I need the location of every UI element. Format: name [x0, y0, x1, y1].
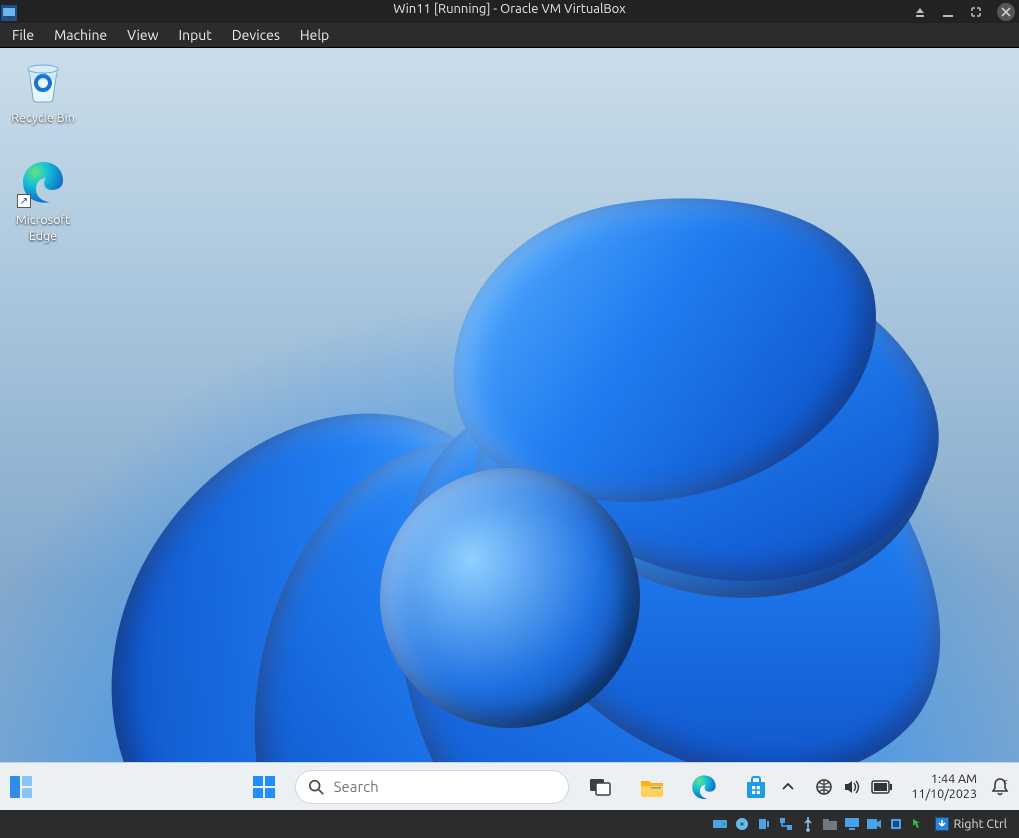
bell-icon: z	[989, 776, 1011, 798]
tray-overflow-button[interactable]	[775, 776, 801, 798]
vb-cpu-icon[interactable]	[887, 815, 905, 833]
svg-text:z: z	[1004, 778, 1007, 786]
taskbar-clock[interactable]: 1:44 AM 11/10/2023	[907, 772, 981, 802]
wallpaper-bloom	[80, 168, 980, 810]
microsoft-store-button[interactable]	[735, 766, 777, 808]
desktop-icon-label: MicrosoftEdge	[16, 212, 70, 244]
host-key-arrow-icon	[935, 817, 949, 831]
vb-usb-icon[interactable]	[799, 815, 817, 833]
windows-logo-icon	[251, 774, 277, 800]
search-icon	[308, 778, 324, 796]
battery-icon	[871, 780, 893, 794]
taskbar: 1:44 AM 11/10/2023 z	[0, 762, 1019, 810]
host-titlebar: Win11 [Running] - Oracle VM VirtualBox	[0, 0, 1019, 23]
host-key-indicator[interactable]: Right Ctrl	[935, 817, 1007, 831]
chevron-up-icon	[781, 780, 795, 794]
vb-optical-icon[interactable]	[733, 815, 751, 833]
file-explorer-button[interactable]	[631, 766, 673, 808]
vb-recording-icon[interactable]	[865, 815, 883, 833]
window-title: Win11 [Running] - Oracle VM VirtualBox	[393, 2, 625, 16]
task-view-icon	[587, 774, 613, 800]
network-icon	[815, 778, 833, 796]
store-icon	[742, 773, 770, 801]
guest-desktop[interactable]: Recycle Bin ↗ MicrosoftEdge	[0, 48, 1019, 810]
vb-display-icon[interactable]	[843, 815, 861, 833]
menu-machine[interactable]: Machine	[44, 24, 117, 46]
host-maximize-button[interactable]	[969, 5, 983, 19]
menu-devices[interactable]: Devices	[222, 24, 290, 46]
virtualbox-app-icon	[1, 5, 17, 21]
vb-mouse-integration-icon[interactable]	[909, 815, 927, 833]
host-statusbar: Right Ctrl	[0, 810, 1019, 838]
system-tray[interactable]	[809, 774, 899, 800]
shortcut-arrow-icon: ↗	[17, 194, 31, 208]
start-button[interactable]	[243, 766, 285, 808]
desktop-icon-label: Recycle Bin	[11, 110, 75, 126]
edge-icon	[690, 773, 718, 801]
vb-shared-folders-icon[interactable]	[821, 815, 839, 833]
host-close-button[interactable]	[997, 3, 1015, 21]
host-eject-button[interactable]	[913, 5, 927, 19]
taskbar-right: 1:44 AM 11/10/2023 z	[775, 772, 1011, 802]
clock-date: 11/10/2023	[911, 787, 977, 802]
widgets-button[interactable]	[0, 763, 42, 811]
desktop-icon-microsoft-edge[interactable]: ↗ MicrosoftEdge	[0, 156, 86, 244]
host-minimize-button[interactable]	[941, 5, 955, 19]
desktop-icons: Recycle Bin ↗ MicrosoftEdge	[0, 54, 86, 274]
folder-icon	[638, 773, 666, 801]
notifications-button[interactable]: z	[989, 776, 1011, 798]
volume-icon	[843, 778, 861, 796]
host-key-label: Right Ctrl	[953, 817, 1007, 831]
search-input[interactable]	[334, 778, 556, 795]
vb-network-icon[interactable]	[777, 815, 795, 833]
taskbar-center	[243, 766, 777, 808]
desktop-icon-recycle-bin[interactable]: Recycle Bin	[0, 54, 86, 126]
menu-input[interactable]: Input	[169, 24, 222, 46]
edge-taskbar-button[interactable]	[683, 766, 725, 808]
clock-time: 1:44 AM	[911, 772, 977, 787]
menu-file[interactable]: File	[2, 24, 44, 46]
recycle-bin-icon	[19, 56, 67, 104]
vb-audio-icon[interactable]	[755, 815, 773, 833]
task-view-button[interactable]	[579, 766, 621, 808]
taskbar-search[interactable]	[295, 770, 569, 804]
host-menubar: File Machine View Input Devices Help	[0, 23, 1019, 48]
vb-hdd-icon[interactable]	[711, 815, 729, 833]
menu-view[interactable]: View	[117, 24, 168, 46]
edge-icon: ↗	[19, 158, 67, 206]
menu-help[interactable]: Help	[290, 24, 339, 46]
